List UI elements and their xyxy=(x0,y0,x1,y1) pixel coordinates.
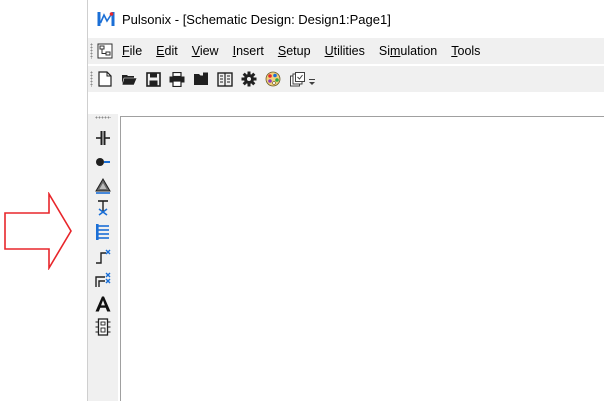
bus-icon[interactable] xyxy=(93,222,113,242)
window-title: Pulsonix - [Schematic Design: Design1:Pa… xyxy=(122,11,391,27)
toolbar-grip[interactable] xyxy=(90,71,93,87)
save-icon[interactable] xyxy=(145,71,161,87)
settings-gear-icon[interactable] xyxy=(241,71,257,87)
menu-tools[interactable]: Tools xyxy=(451,44,480,58)
open-folder-icon[interactable] xyxy=(121,71,137,87)
library-icon[interactable] xyxy=(217,71,233,87)
capacitor-icon[interactable] xyxy=(93,128,113,148)
menu-view[interactable]: View xyxy=(192,44,219,58)
text-icon[interactable] xyxy=(93,294,113,314)
pin-icon[interactable] xyxy=(93,152,113,172)
power-symbol-icon[interactable] xyxy=(93,176,113,196)
schematic-canvas[interactable] xyxy=(120,116,604,401)
pulsonix-logo-icon xyxy=(97,12,115,26)
menu-file[interactable]: File xyxy=(122,44,142,58)
windows-icon[interactable] xyxy=(289,71,305,87)
colours-palette-icon[interactable] xyxy=(265,71,281,87)
new-file-icon[interactable] xyxy=(97,71,113,87)
menu-edit[interactable]: Edit xyxy=(156,44,178,58)
standard-toolbar xyxy=(88,66,604,92)
menu-bar: File Edit View Insert Setup Utilities Si… xyxy=(88,38,604,64)
component-icon[interactable] xyxy=(93,317,113,337)
title-bar: Pulsonix - [Schematic Design: Design1:Pa… xyxy=(88,0,604,38)
menu-utilities[interactable]: Utilities xyxy=(325,44,365,58)
open-design-icon[interactable] xyxy=(193,71,209,87)
menu-insert[interactable]: Insert xyxy=(233,44,264,58)
menu-setup[interactable]: Setup xyxy=(278,44,311,58)
vertical-toolbar xyxy=(88,114,118,401)
vertical-toolbar-grip[interactable] xyxy=(95,116,111,119)
connector-icon[interactable] xyxy=(93,246,113,266)
ground-cross-icon[interactable] xyxy=(93,198,113,218)
menu-bar-grip[interactable] xyxy=(90,43,93,59)
print-icon[interactable] xyxy=(169,71,185,87)
menu-simulation[interactable]: Simulation xyxy=(379,44,437,58)
multi-connector-icon[interactable] xyxy=(93,270,113,290)
toolbar-overflow-icon[interactable] xyxy=(309,75,315,89)
pointer-arrow-icon xyxy=(4,192,72,270)
app-window: Pulsonix - [Schematic Design: Design1:Pa… xyxy=(87,0,604,401)
document-system-menu-icon[interactable] xyxy=(97,43,113,59)
